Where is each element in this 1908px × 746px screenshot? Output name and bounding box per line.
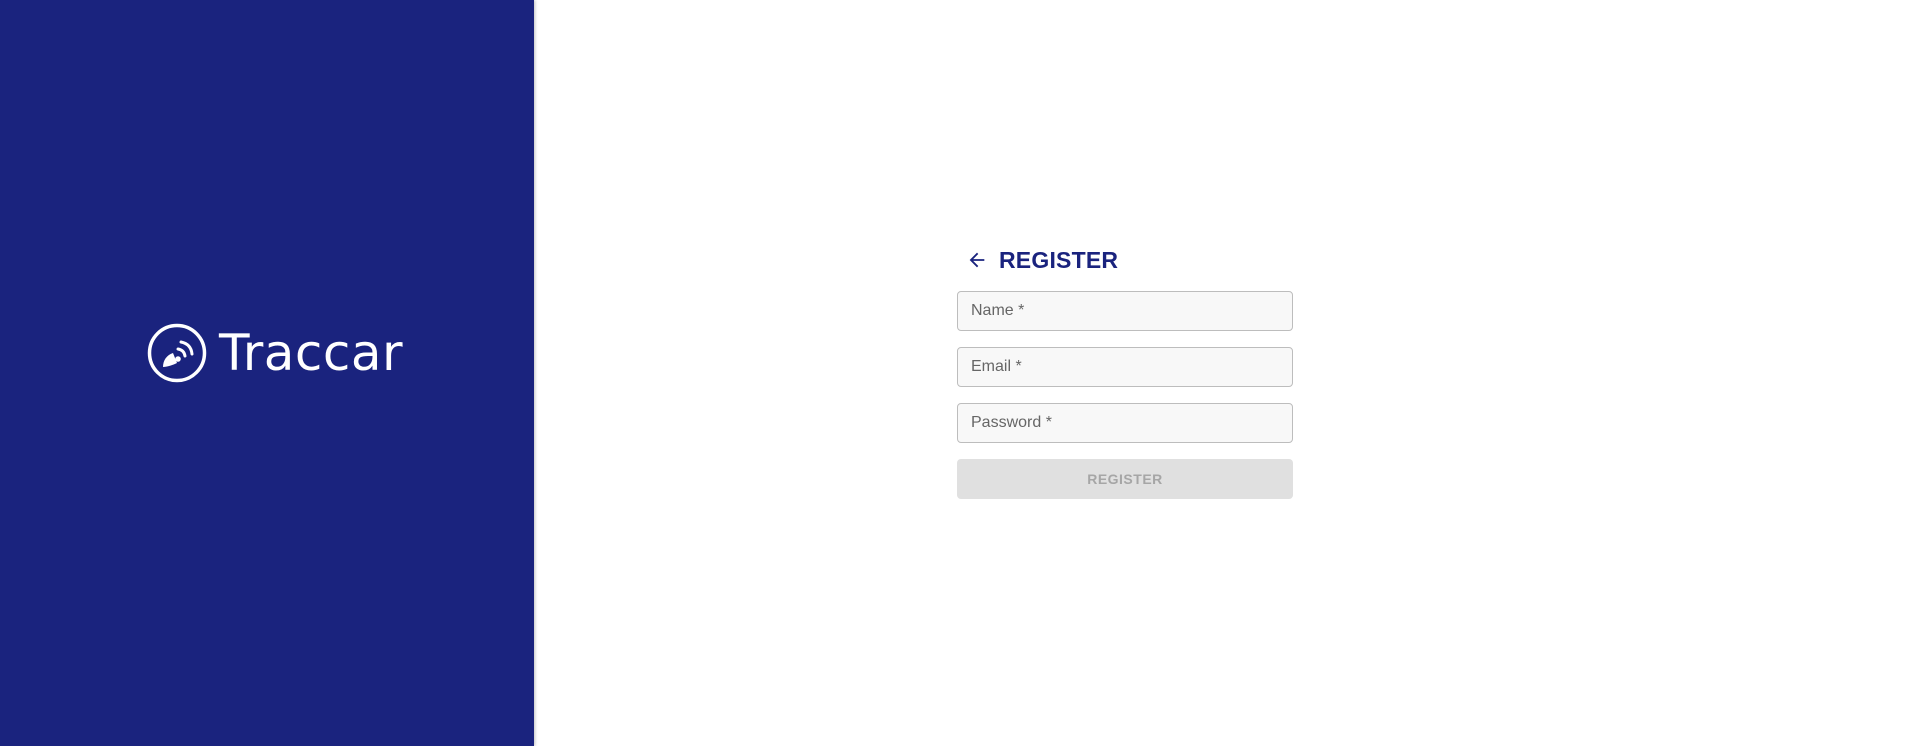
password-field — [957, 403, 1293, 443]
register-button[interactable]: REGISTER — [957, 459, 1293, 499]
register-form: REGISTER REGISTER — [957, 242, 1293, 499]
register-page: Traccar REGISTER REGISTER — [0, 0, 1908, 746]
arrow-left-icon — [969, 252, 985, 268]
form-header: REGISTER — [957, 242, 1293, 278]
name-input[interactable] — [958, 292, 1292, 330]
email-input[interactable] — [958, 348, 1292, 386]
brand-name: Traccar — [219, 324, 404, 382]
page-title: REGISTER — [999, 246, 1119, 273]
brand-side-panel: Traccar — [0, 0, 534, 746]
satellite-dish-icon — [147, 323, 207, 383]
back-button[interactable] — [959, 242, 995, 278]
name-field — [957, 291, 1293, 331]
logo: Traccar — [147, 323, 403, 383]
password-input[interactable] — [958, 404, 1292, 442]
main-content: REGISTER REGISTER — [534, 0, 1908, 746]
email-field — [957, 347, 1293, 387]
